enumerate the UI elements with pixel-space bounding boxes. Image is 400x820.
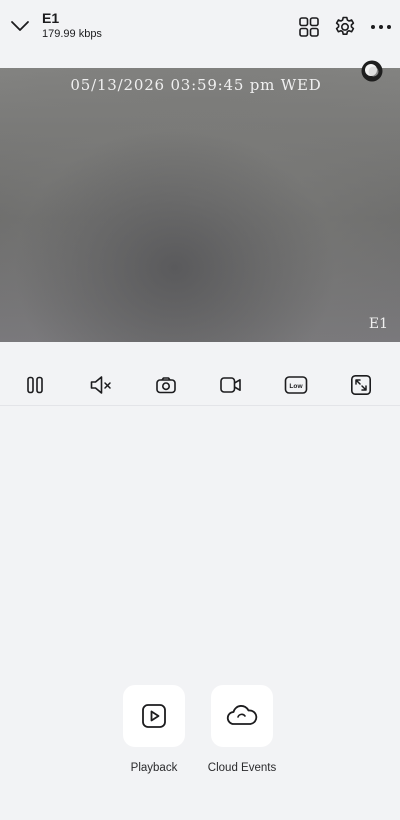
quality-low-icon: Low (284, 376, 308, 394)
live-video-view[interactable]: 05/13/2026 03:59:45 pm WED E1 (0, 68, 400, 342)
chevron-down-icon (11, 21, 29, 31)
gear-icon (335, 16, 355, 35)
status-toggle-icon (361, 60, 383, 82)
pause-button[interactable] (22, 372, 48, 398)
settings-button[interactable] (332, 14, 358, 40)
cloud-events-label: Cloud Events (207, 762, 277, 774)
title-block: E1 179.99 kbps (42, 10, 102, 41)
fullscreen-icon (350, 374, 371, 395)
playback-controls-bar: Low (0, 342, 400, 406)
top-bar: E1 179.99 kbps (0, 0, 400, 68)
mute-icon (90, 376, 111, 394)
quality-label: Low (289, 383, 303, 390)
video-timestamp: 05/13/2026 03:59:45 pm WED (70, 76, 322, 94)
playback-button[interactable] (123, 685, 185, 747)
cloud-icon (226, 705, 258, 725)
playback-label: Playback (130, 762, 178, 774)
record-button[interactable] (218, 372, 244, 398)
cloud-events-button[interactable] (211, 685, 273, 747)
snapshot-button[interactable] (153, 372, 179, 398)
multi-view-grid-icon (299, 17, 319, 37)
more-button[interactable] (368, 14, 394, 40)
quality-button[interactable]: Low (283, 372, 309, 398)
record-icon (220, 377, 241, 393)
bitrate-readout: 179.99 kbps (42, 28, 102, 40)
device-name: E1 (42, 10, 60, 26)
multi-view-button[interactable] (296, 14, 322, 40)
status-toggle-button[interactable] (360, 60, 384, 82)
mute-button[interactable] (88, 372, 114, 398)
more-icon (371, 25, 391, 29)
playback-icon (142, 704, 166, 728)
fullscreen-button[interactable] (348, 372, 374, 398)
back-button[interactable] (8, 14, 32, 38)
snapshot-icon (156, 377, 176, 394)
pause-icon (27, 376, 43, 394)
video-camera-label: E1 (368, 316, 388, 332)
